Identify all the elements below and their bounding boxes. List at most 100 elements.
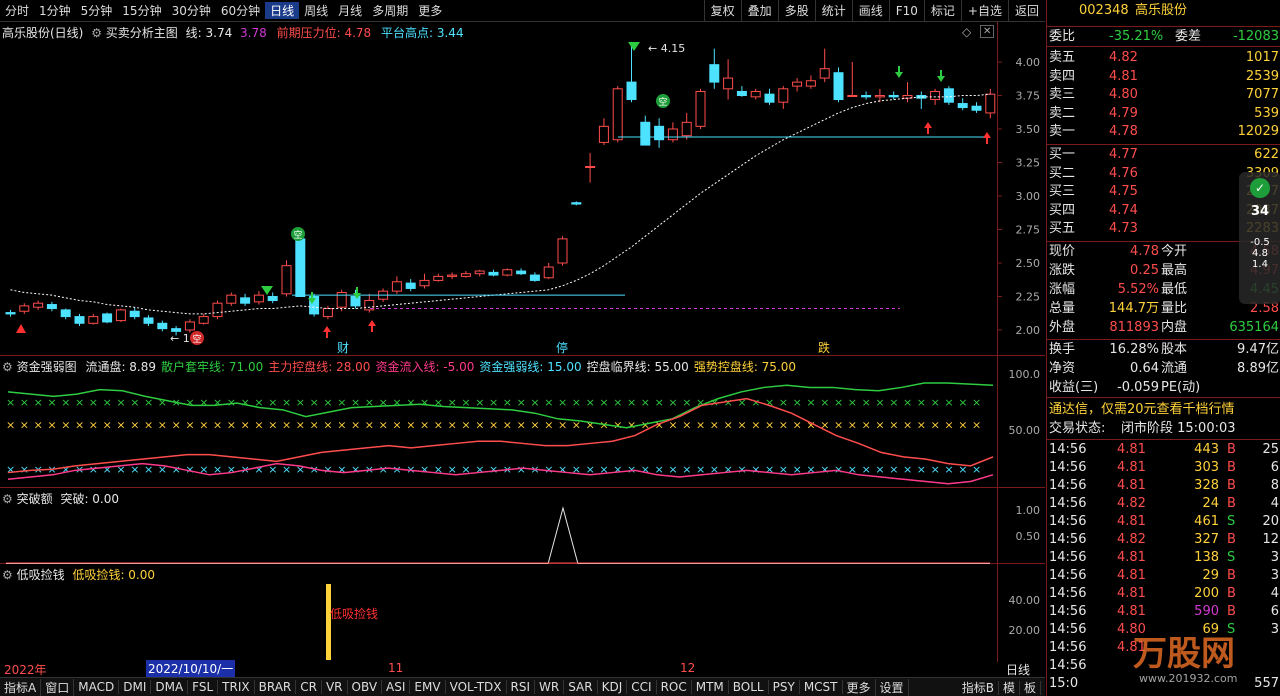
- main-chart-panel[interactable]: 高乐股份(日线) ⚙ 买卖分析主图 线: 3.74 3.78 前期压力位: 4.…: [0, 22, 1045, 356]
- candle: [267, 292, 278, 304]
- check-icon[interactable]: ✓: [1250, 178, 1270, 198]
- indicator-tab[interactable]: KDJ: [598, 680, 628, 694]
- candle: [391, 276, 402, 294]
- fund-strength-chart[interactable]: 100.0 50.00 × × × × × × × × × × × × × × × × × × × × × × × × × × × × × ×…: [0, 356, 1045, 488]
- indicator-tab[interactable]: 指标B: [957, 680, 999, 695]
- period-tab[interactable]: 1分钟: [34, 2, 76, 19]
- indicator-tab[interactable]: MTM: [692, 680, 729, 694]
- toolbar-button[interactable]: 返回: [1007, 0, 1045, 22]
- indicator-tab[interactable]: 指标A: [0, 678, 42, 696]
- level-marker: ×: [517, 463, 526, 476]
- indicator-tab[interactable]: 板: [1019, 680, 1041, 695]
- period-tab[interactable]: 分时: [0, 2, 34, 19]
- indicator-tab[interactable]: PSY: [769, 680, 800, 694]
- indicator-tab[interactable]: SAR: [564, 680, 598, 694]
- ad-row[interactable]: 通达信，仅需20元查看千档行情: [1047, 401, 1280, 419]
- candle: [184, 319, 195, 333]
- indicator-tab[interactable]: ROC: [657, 680, 692, 694]
- candlestick-chart[interactable]: 4.00 3.75 3.50 3.25 3.00 2.75 2.50 2.25 2.00 ← 4.…: [0, 22, 1045, 356]
- float-row: -0.5: [1250, 237, 1270, 248]
- breakthrough-panel[interactable]: ⚙ 突破额 突破: 0.00 1.00 0.50: [0, 488, 1045, 564]
- period-tab[interactable]: 多周期: [367, 2, 413, 19]
- indicator-tab[interactable]: FSL: [188, 680, 219, 694]
- level-marker: ×: [613, 418, 622, 431]
- candle: [488, 269, 499, 277]
- month-11: 11: [388, 661, 404, 675]
- floating-widget[interactable]: ✓ 34 -0.5 4.8 1.4: [1239, 172, 1280, 304]
- indicator-tab[interactable]: ASI: [382, 680, 411, 694]
- ask-volume: 12029: [1237, 124, 1279, 140]
- toolbar-button[interactable]: 叠加: [740, 0, 778, 22]
- level-marker: ×: [144, 418, 153, 431]
- level-marker: ×: [862, 396, 871, 409]
- candle: [350, 289, 361, 309]
- retail-line: [7, 382, 994, 429]
- tick-count: 8: [1270, 478, 1279, 493]
- level-marker: ×: [599, 396, 608, 409]
- toolbar-button[interactable]: F10: [888, 0, 924, 22]
- fund-strength-panel[interactable]: ⚙ 资金强弱图 流通盘: 8.89 散户套牢线: 71.00 主力控盘线: 28.0…: [0, 356, 1045, 488]
- toolbar-button[interactable]: 画线: [851, 0, 889, 22]
- indicator-tab[interactable]: CR: [296, 680, 322, 694]
- toolbar-button[interactable]: 统计: [814, 0, 852, 22]
- period-tab[interactable]: 5分钟: [76, 2, 118, 19]
- stat-value: 8.89亿: [1237, 361, 1279, 376]
- indicator-tab[interactable]: OBV: [348, 680, 383, 694]
- toolbar-button[interactable]: 多股: [777, 0, 815, 22]
- indicator-tab[interactable]: VR: [322, 680, 348, 694]
- indicator-tab[interactable]: MACD: [74, 680, 120, 694]
- stat-value: 635164: [1229, 320, 1279, 335]
- indicator-tab[interactable]: VOL-TDX: [446, 680, 507, 694]
- candle: [778, 86, 789, 109]
- level-marker: ×: [6, 463, 15, 476]
- period-tab[interactable]: 30分钟: [167, 2, 216, 19]
- level-marker: ×: [655, 396, 664, 409]
- divider: [1047, 46, 1280, 47]
- tick-side: B: [1227, 604, 1236, 619]
- stat-row: 外盘 811893 内盘 635164: [1047, 319, 1280, 337]
- level-marker: ×: [944, 418, 953, 431]
- breakthrough-chart[interactable]: 1.00 0.50: [0, 488, 1045, 564]
- period-tab[interactable]: 日线: [265, 2, 300, 19]
- price-tick-label: 3.50: [1016, 123, 1041, 136]
- indicator-tab[interactable]: 更多: [843, 678, 876, 696]
- level-marker: ×: [613, 463, 622, 476]
- inflow-line: [7, 462, 994, 485]
- indicator-tab[interactable]: 窗口: [41, 678, 75, 696]
- toolbar-button[interactable]: 复权: [703, 0, 741, 22]
- tick-time: 14:56: [1049, 532, 1087, 547]
- indicator-tab[interactable]: RSI: [507, 680, 536, 694]
- indicator-tab[interactable]: 模: [998, 680, 1020, 695]
- stat-label: 今开: [1161, 244, 1188, 259]
- indicator-tab[interactable]: MCST: [800, 680, 843, 694]
- period-tab[interactable]: 15分钟: [117, 2, 166, 19]
- indicator-tab[interactable]: 设置: [876, 678, 909, 696]
- indicator-tab[interactable]: BOLL: [729, 680, 769, 694]
- candle: [985, 88, 996, 119]
- period-tab[interactable]: 60分钟: [216, 2, 265, 19]
- tick-price: 4.82: [1117, 532, 1146, 547]
- indicator-tab[interactable]: DMI: [119, 680, 152, 694]
- low-buy-chart[interactable]: 40.00 20.00 低吸捡钱: [0, 564, 1045, 660]
- indicator-tab[interactable]: CCI: [627, 680, 657, 694]
- kong-badge: 空: [656, 94, 670, 108]
- low-buy-panel[interactable]: ⚙ 低吸捡钱 低吸捡钱: 0.00 40.00 20.00 低吸捡钱: [0, 564, 1045, 660]
- toolbar-button[interactable]: +自选: [960, 0, 1008, 22]
- indicator-tab[interactable]: TRIX: [218, 680, 255, 694]
- toolbar-button[interactable]: 标记: [923, 0, 961, 22]
- period-tab[interactable]: 周线: [299, 2, 333, 19]
- period-label[interactable]: 日线: [1006, 661, 1030, 678]
- tick-side: B: [1227, 478, 1236, 493]
- candle: [474, 269, 485, 277]
- period-tab[interactable]: 月线: [333, 2, 367, 19]
- period-tab[interactable]: 更多: [413, 2, 447, 19]
- indicator-tab[interactable]: BRAR: [255, 680, 297, 694]
- bid-label: 买二: [1049, 165, 1076, 181]
- tick-volume: 29: [1202, 568, 1219, 583]
- level-marker: ×: [172, 418, 181, 431]
- up-arrow-icon: [368, 320, 376, 332]
- indicator-tab[interactable]: WR: [535, 680, 565, 694]
- indicator-tab[interactable]: DMA: [151, 680, 189, 694]
- indicator-tab[interactable]: EMV: [410, 680, 446, 694]
- tick-side: B: [1227, 442, 1236, 457]
